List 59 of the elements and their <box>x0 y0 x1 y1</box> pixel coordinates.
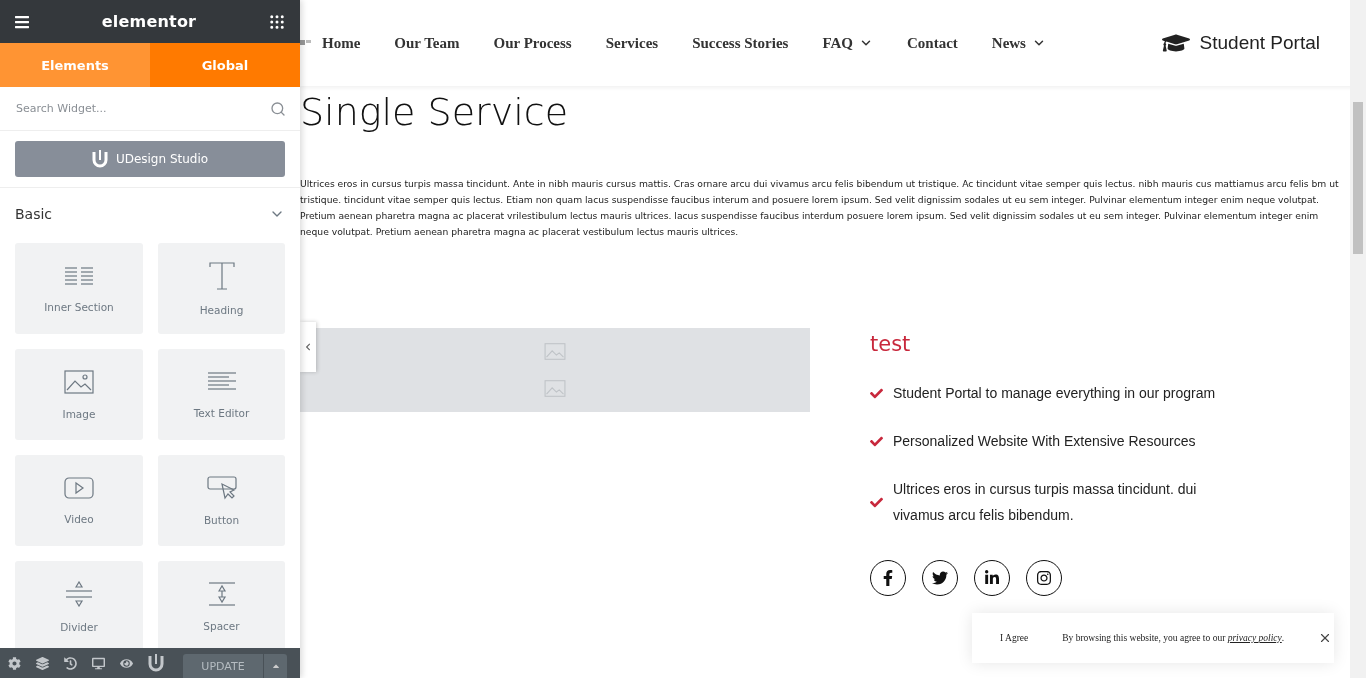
feature-item: Ultrices eros in cursus turpis massa tincidunt. dui vivamus arcu felis bibendum. <box>893 480 1198 525</box>
widget-card[interactable]: Button <box>158 455 285 546</box>
menu-icon[interactable] <box>14 13 30 30</box>
u-logo-icon <box>148 654 164 672</box>
widget-card[interactable]: Heading <box>158 243 285 334</box>
responsive-icon[interactable] <box>92 656 105 670</box>
collapse-handle[interactable] <box>300 322 316 372</box>
image-icon <box>64 369 94 394</box>
nav-link[interactable]: Services <box>605 34 659 52</box>
check-icon <box>870 386 883 400</box>
button-cursor-icon <box>206 475 237 500</box>
widget-card[interactable]: Video <box>15 455 143 546</box>
elementor-logo: elementor <box>101 12 197 31</box>
broken-image-icon <box>300 39 312 47</box>
check-icon <box>870 434 883 448</box>
linkedin-icon <box>984 570 1000 586</box>
chevron-left-icon <box>304 343 312 351</box>
nav-link[interactable]: FAQ <box>822 34 873 52</box>
nav-link[interactable]: Home <box>322 34 361 52</box>
scrollbar-thumb[interactable] <box>1353 102 1363 254</box>
u-logo-icon <box>91 150 108 168</box>
update-options-button[interactable] <box>263 654 287 678</box>
video-icon <box>64 476 94 499</box>
layers-icon[interactable] <box>36 656 49 670</box>
apps-grid-icon[interactable] <box>268 12 286 31</box>
agree-button[interactable]: I Agree <box>1000 633 1029 643</box>
nav-link[interactable]: Success Stories <box>692 34 789 52</box>
preview-icon[interactable] <box>120 656 133 670</box>
spacer-icon <box>207 581 236 606</box>
feature-item: Student Portal to manage everything in our program <box>893 384 1216 403</box>
nav-link[interactable]: Our Team <box>394 34 460 52</box>
nav-link[interactable]: Our Process <box>493 34 572 52</box>
settings-icon[interactable] <box>8 656 21 670</box>
widget-card[interactable]: Inner Section <box>15 243 143 334</box>
text-lines-icon <box>206 370 237 393</box>
widget-card[interactable]: Spacer <box>158 561 285 648</box>
twitter-icon <box>932 570 948 586</box>
search-icon <box>270 100 286 117</box>
privacy-link[interactable]: privacy policy <box>1227 633 1282 643</box>
nav-link[interactable]: News <box>991 34 1046 52</box>
instagram-icon <box>1036 570 1052 586</box>
check-icon <box>870 495 883 509</box>
columns-icon <box>64 264 94 287</box>
widget-card[interactable]: Text Editor <box>158 349 285 440</box>
widget-card[interactable]: Divider <box>15 561 143 648</box>
cookie-text: By browsing this website, you agree to our privacy policy. <box>1062 633 1285 643</box>
image-icon <box>544 343 566 360</box>
widget-card[interactable]: Image <box>15 349 143 440</box>
section-header[interactable]: Basic <box>0 188 300 240</box>
letter-t-icon <box>208 261 235 290</box>
intro-paragraph: Ultrices eros in cursus turpis massa tincidunt. Ante in nibh mauris cursus mattis. Cras ornare arcu dui vivamus arcu felis bibendum ut tristique. Ac tincidunt vitae semper quis lectus. nibh mauris cus mattiamus arcu felis bm ut tristique. tincidunt vitae semper quis lectus. Etiam non quam lacus suspendisse faucibus interum and posuere lorem ipsum. Sed velit dignissim sodales ut eu sem integer. Pulvinar elementum integer enim neque volutpat. Pretium aenean pharetra magna ac placerat vrilestibulum lectus mauris ultrices. lacus suspendisse faucibus interdum posuere lorem ipsum. Sed velit dignissim sodales ut eu sem integer. Pulvinar elementum integer enim neque volutpat. Pretium aenean pharetra magna ac placerat vestibulum lectus mauris ultrices. <box>300 177 1340 239</box>
image-icon <box>544 380 566 397</box>
history-icon[interactable] <box>64 656 77 670</box>
portal-link[interactable]: Student Portal <box>1161 29 1320 57</box>
divider-icon <box>65 580 93 607</box>
page-title: Single Service <box>300 90 570 134</box>
feature-item: Personalized Website With Extensive Resources <box>893 432 1196 451</box>
feature-title: test <box>870 332 912 356</box>
nav-link[interactable]: Contact <box>906 34 958 52</box>
